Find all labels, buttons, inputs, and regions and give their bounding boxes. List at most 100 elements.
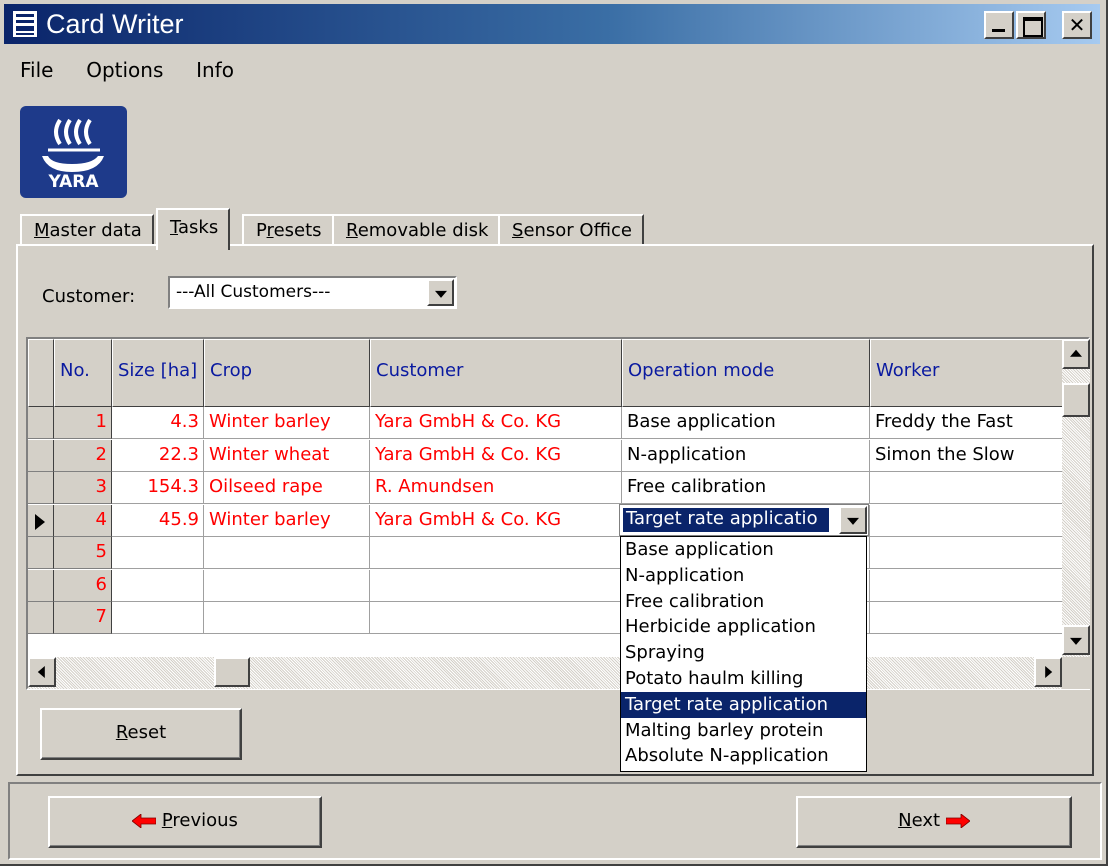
customer-cell[interactable]: [370, 537, 622, 569]
close-button[interactable]: ✕: [1062, 11, 1092, 39]
vertical-scroll-thumb[interactable]: [1062, 383, 1090, 417]
dropdown-option[interactable]: Malting barley protein: [621, 718, 866, 744]
menu-file[interactable]: File: [20, 58, 53, 82]
size-cell[interactable]: 22.3: [112, 439, 204, 472]
crop-cell[interactable]: [204, 602, 370, 634]
menu-info[interactable]: Info: [196, 58, 234, 82]
size-cell[interactable]: [112, 602, 204, 634]
horizontal-scroll-thumb[interactable]: [214, 657, 250, 687]
dropdown-option[interactable]: N-application: [621, 563, 866, 589]
row-indicator-cell: [28, 407, 54, 439]
customer-cell[interactable]: Yara GmbH & Co. KG: [370, 407, 622, 439]
row-number[interactable]: 3: [54, 472, 112, 504]
worker-cell[interactable]: [870, 602, 1064, 634]
customer-select[interactable]: ---All Customers---: [168, 276, 457, 309]
size-cell[interactable]: 45.9: [112, 504, 204, 537]
tasks-grid[interactable]: No. Size [ha] Crop Customer Operation mo…: [26, 337, 1090, 690]
row-indicator-cell: [28, 537, 54, 569]
minimize-button[interactable]: [984, 11, 1014, 39]
crop-cell[interactable]: Winter barley: [204, 407, 370, 439]
operation-mode-dropdown-list[interactable]: Base application N-application Free calibr…: [620, 536, 867, 772]
chevron-down-icon: [434, 290, 447, 298]
dropdown-option[interactable]: Absolute N-application: [621, 743, 866, 769]
size-cell[interactable]: [112, 537, 204, 569]
operation-mode-editor[interactable]: Target rate applicatio: [619, 504, 869, 536]
scroll-left-button[interactable]: [28, 657, 56, 687]
previous-button[interactable]: Previous: [48, 796, 322, 848]
tab-tasks[interactable]: Tasks: [156, 208, 231, 250]
row-indicator-cell: [28, 602, 54, 634]
column-header-no[interactable]: No.: [54, 339, 112, 407]
dropdown-option[interactable]: Spraying: [621, 640, 866, 666]
row-number[interactable]: 1: [54, 407, 112, 439]
crop-cell[interactable]: [204, 537, 370, 569]
customer-dropdown-button[interactable]: [427, 279, 454, 306]
dropdown-option[interactable]: Potato haulm killing: [621, 666, 866, 692]
crop-cell[interactable]: [204, 569, 370, 602]
customer-cell[interactable]: [370, 602, 622, 634]
vertical-scrollbar[interactable]: [1062, 339, 1090, 657]
dropdown-option[interactable]: Base application: [621, 537, 866, 563]
dropdown-option[interactable]: Free calibration: [621, 589, 866, 615]
crop-cell[interactable]: Winter barley: [204, 504, 370, 537]
row-indicator-cell: [28, 504, 54, 537]
operation-mode-editor-value[interactable]: Target rate applicatio: [623, 508, 829, 532]
previous-button-label: Previous: [161, 810, 238, 831]
tab-removable-disk[interactable]: Removable disk: [332, 214, 501, 246]
scrollbar-corner: [1062, 657, 1090, 689]
row-number[interactable]: 4: [54, 504, 112, 537]
worker-cell[interactable]: [870, 504, 1064, 537]
customer-cell[interactable]: Yara GmbH & Co. KG: [370, 504, 622, 537]
row-number[interactable]: 6: [54, 569, 112, 602]
next-button[interactable]: Next: [796, 796, 1072, 848]
customer-cell[interactable]: R. Amundsen: [370, 472, 622, 504]
arrow-down-icon: [1070, 637, 1082, 645]
crop-cell[interactable]: Oilseed rape: [204, 472, 370, 504]
column-header-size[interactable]: Size [ha]: [112, 339, 204, 407]
worker-cell[interactable]: [870, 472, 1064, 504]
tab-sensor-office[interactable]: Sensor Office: [498, 214, 644, 246]
worker-cell[interactable]: [870, 537, 1064, 569]
worker-cell[interactable]: [870, 569, 1064, 602]
window-title: Card Writer: [46, 9, 184, 39]
column-header-customer[interactable]: Customer: [370, 339, 622, 407]
worker-cell[interactable]: Freddy the Fast: [870, 407, 1064, 439]
scroll-up-button[interactable]: [1062, 339, 1090, 369]
tab-label: Removable disk: [346, 220, 489, 241]
title-bar[interactable]: Card Writer ✕: [4, 4, 1100, 44]
size-cell[interactable]: [112, 569, 204, 602]
menu-options[interactable]: Options: [86, 58, 163, 82]
scroll-right-button[interactable]: [1034, 657, 1062, 687]
dropdown-option[interactable]: Target rate application: [621, 691, 866, 718]
row-number[interactable]: 5: [54, 537, 112, 569]
column-header-operation-mode[interactable]: Operation mode: [622, 339, 870, 407]
tab-master-data[interactable]: Master data: [20, 214, 154, 246]
column-header-crop[interactable]: Crop: [204, 339, 370, 407]
app-icon: [12, 10, 38, 38]
operation-mode-cell[interactable]: N-application: [622, 439, 870, 472]
current-row-arrow-icon: [35, 513, 45, 530]
operation-mode-cell[interactable]: Base application: [622, 407, 870, 439]
crop-cell[interactable]: Winter wheat: [204, 439, 370, 472]
maximize-button[interactable]: [1016, 11, 1046, 39]
customer-select-value: ---All Customers---: [176, 282, 331, 302]
worker-cell[interactable]: Simon the Slow: [870, 439, 1064, 472]
row-number[interactable]: 2: [54, 439, 112, 472]
customer-cell[interactable]: Yara GmbH & Co. KG: [370, 439, 622, 472]
row-number[interactable]: 7: [54, 602, 112, 634]
customer-cell[interactable]: [370, 569, 622, 602]
dropdown-option[interactable]: Herbicide application: [621, 614, 866, 640]
tab-presets[interactable]: Presets: [242, 214, 334, 246]
size-cell[interactable]: 154.3: [112, 472, 204, 504]
operation-mode-cell[interactable]: Free calibration: [622, 472, 870, 504]
operation-mode-dropdown-button[interactable]: [839, 506, 867, 534]
size-cell[interactable]: 4.3: [112, 407, 204, 439]
reset-button[interactable]: Reset: [40, 708, 242, 760]
next-button-label: Next: [898, 810, 941, 831]
row-indicator-cell: [28, 439, 54, 472]
scroll-down-button[interactable]: [1062, 625, 1090, 655]
column-header-worker[interactable]: Worker: [870, 339, 1064, 407]
arrow-up-icon: [1070, 349, 1082, 357]
horizontal-scrollbar[interactable]: [28, 657, 1062, 689]
menu-bar: File Options Info: [20, 58, 261, 90]
